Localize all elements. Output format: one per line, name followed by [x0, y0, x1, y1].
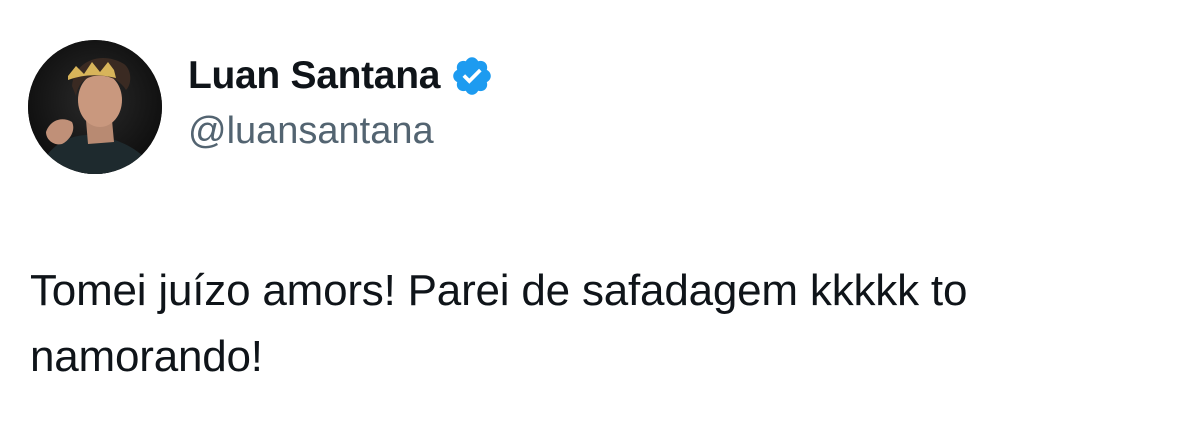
verified-badge-icon: [450, 54, 494, 98]
tweet-text: Tomei juízo amors! Parei de safadagem kk…: [30, 266, 968, 381]
display-name[interactable]: Luan Santana: [188, 54, 440, 98]
tweet-card: Luan Santana @luansantana Tomei juízo am…: [0, 0, 1200, 429]
avatar-image: [28, 40, 162, 174]
avatar[interactable]: [28, 40, 162, 174]
name-row: Luan Santana: [188, 52, 494, 100]
user-handle[interactable]: @luansantana: [188, 110, 434, 153]
